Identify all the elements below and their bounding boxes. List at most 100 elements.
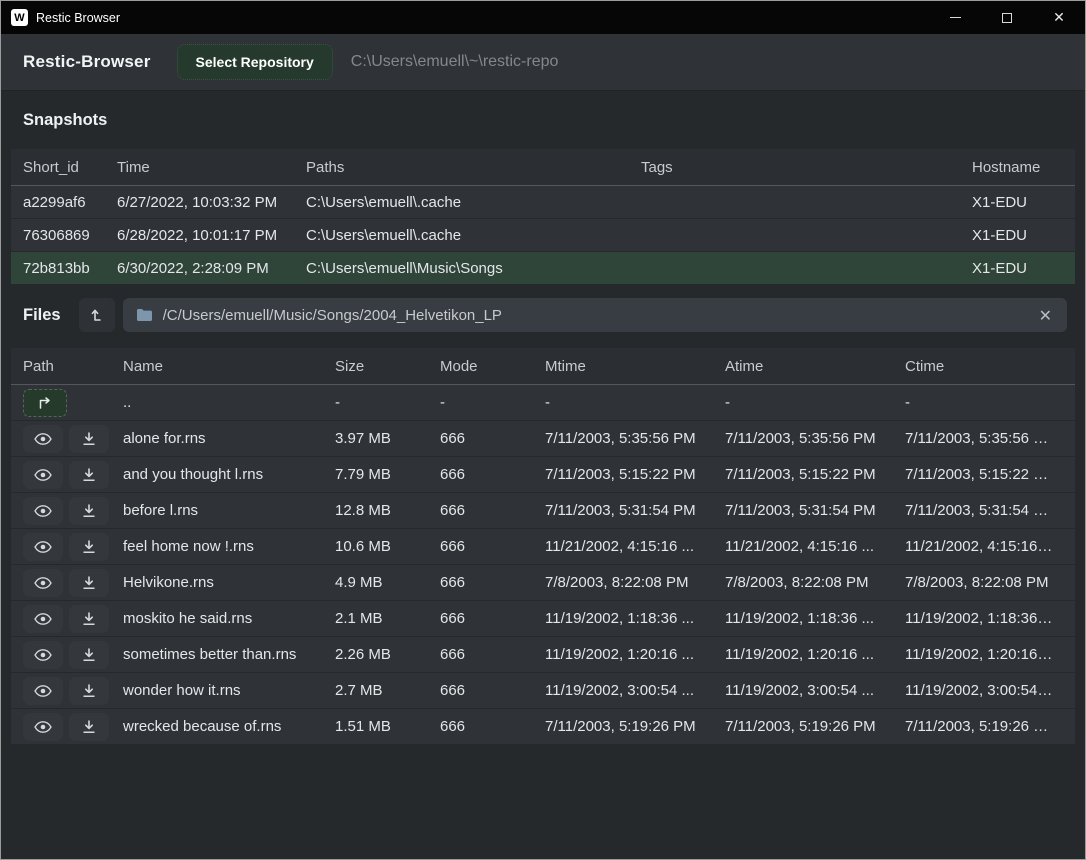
eye-icon — [34, 721, 52, 733]
file-mtime: 7/8/2003, 8:22:08 PM — [545, 574, 725, 591]
file-size: 2.7 MB — [335, 682, 440, 699]
file-name: moskito he said.rns — [123, 610, 335, 627]
level-up-icon — [89, 307, 105, 323]
preview-button[interactable] — [23, 425, 63, 453]
download-button[interactable] — [69, 533, 109, 561]
snapshots-heading: Snapshots — [23, 111, 1085, 130]
current-path-input[interactable]: /C/Users/emuell/Music/Songs/2004_Helveti… — [123, 298, 1067, 332]
column-header-mtime: Mtime — [545, 358, 725, 375]
download-icon — [82, 612, 96, 626]
file-row[interactable]: before l.rns 12.8 MB 666 7/11/2003, 5:31… — [11, 493, 1075, 528]
snapshot-row[interactable]: a2299af6 6/27/2022, 10:03:32 PM C:\Users… — [11, 186, 1075, 218]
file-name: before l.rns — [123, 502, 335, 519]
file-size: 10.6 MB — [335, 538, 440, 555]
column-header-paths: Paths — [306, 159, 641, 176]
snapshot-hostname: X1-EDU — [972, 194, 1063, 211]
clear-path-button[interactable]: ✕ — [1037, 306, 1054, 325]
download-icon — [82, 468, 96, 482]
file-mtime: 11/21/2002, 4:15:16 ... — [545, 538, 725, 555]
download-button[interactable] — [69, 677, 109, 705]
file-mode: - — [440, 394, 545, 411]
file-size: 2.26 MB — [335, 646, 440, 663]
eye-icon — [34, 541, 52, 553]
minimize-button[interactable] — [929, 1, 981, 34]
close-button[interactable]: ✕ — [1033, 1, 1085, 34]
download-icon — [82, 432, 96, 446]
file-row[interactable]: sometimes better than.rns 2.26 MB 666 11… — [11, 637, 1075, 672]
file-row[interactable]: alone for.rns 3.97 MB 666 7/11/2003, 5:3… — [11, 421, 1075, 456]
preview-button[interactable] — [23, 533, 63, 561]
file-name: and you thought l.rns — [123, 466, 335, 483]
file-size: 7.79 MB — [335, 466, 440, 483]
file-name: feel home now !.rns — [123, 538, 335, 555]
eye-icon — [34, 577, 52, 589]
go-parent-button[interactable] — [23, 389, 67, 417]
file-atime: 7/8/2003, 8:22:08 PM — [725, 574, 905, 591]
preview-button[interactable] — [23, 713, 63, 741]
file-row[interactable]: and you thought l.rns 7.79 MB 666 7/11/2… — [11, 457, 1075, 492]
download-icon — [82, 720, 96, 734]
file-mtime: 7/11/2003, 5:19:26 PM — [545, 718, 725, 735]
snapshot-hostname: X1-EDU — [972, 227, 1063, 244]
file-mode: 666 — [440, 466, 545, 483]
download-button[interactable] — [69, 425, 109, 453]
column-header-short-id: Short_id — [23, 159, 117, 176]
preview-button[interactable] — [23, 569, 63, 597]
download-button[interactable] — [69, 713, 109, 741]
file-mode: 666 — [440, 610, 545, 627]
file-mtime: - — [545, 394, 725, 411]
select-repository-button[interactable]: Select Repository — [177, 44, 333, 80]
file-ctime: 7/11/2003, 5:31:54 PM — [905, 502, 1063, 519]
file-atime: - — [725, 394, 905, 411]
snapshot-paths: C:\Users\emuell\.cache — [306, 194, 641, 211]
file-size: 3.97 MB — [335, 430, 440, 447]
download-icon — [82, 540, 96, 554]
file-mtime: 7/11/2003, 5:15:22 PM — [545, 466, 725, 483]
parent-arrow-icon — [37, 396, 53, 410]
close-icon: ✕ — [1053, 10, 1065, 26]
preview-button[interactable] — [23, 605, 63, 633]
file-name: alone for.rns — [123, 430, 335, 447]
file-row[interactable]: feel home now !.rns 10.6 MB 666 11/21/20… — [11, 529, 1075, 564]
preview-button[interactable] — [23, 641, 63, 669]
file-atime: 11/19/2002, 1:18:36 ... — [725, 610, 905, 627]
file-name: wrecked because of.rns — [123, 718, 335, 735]
file-mode: 666 — [440, 718, 545, 735]
window-title: Restic Browser — [36, 11, 120, 25]
file-row[interactable]: Helvikone.rns 4.9 MB 666 7/8/2003, 8:22:… — [11, 565, 1075, 600]
go-root-button[interactable] — [79, 298, 115, 332]
download-button[interactable] — [69, 605, 109, 633]
header: Restic-Browser Select Repository C:\User… — [1, 34, 1085, 91]
snapshot-row-selected[interactable]: 72b813bb 6/30/2022, 2:28:09 PM C:\Users\… — [11, 252, 1075, 284]
download-button[interactable] — [69, 569, 109, 597]
download-icon — [82, 576, 96, 590]
file-mtime: 11/19/2002, 1:20:16 ... — [545, 646, 725, 663]
preview-button[interactable] — [23, 497, 63, 525]
download-button[interactable] — [69, 497, 109, 525]
window-controls: ✕ — [929, 1, 1085, 34]
preview-button[interactable] — [23, 677, 63, 705]
column-header-ctime: Ctime — [905, 358, 1063, 375]
file-atime: 7/11/2003, 5:15:22 PM — [725, 466, 905, 483]
file-row[interactable]: wonder how it.rns 2.7 MB 666 11/19/2002,… — [11, 673, 1075, 708]
download-button[interactable] — [69, 641, 109, 669]
file-row[interactable]: wrecked because of.rns 1.51 MB 666 7/11/… — [11, 709, 1075, 744]
file-ctime: 11/19/2002, 1:18:36 ... — [905, 610, 1063, 627]
preview-button[interactable] — [23, 461, 63, 489]
file-mtime: 11/19/2002, 1:18:36 ... — [545, 610, 725, 627]
parent-directory-row[interactable]: .. - - - - - — [11, 385, 1075, 420]
snapshot-paths: C:\Users\emuell\.cache — [306, 227, 641, 244]
download-button[interactable] — [69, 461, 109, 489]
snapshot-row[interactable]: 76306869 6/28/2022, 10:01:17 PM C:\Users… — [11, 219, 1075, 251]
column-header-atime: Atime — [725, 358, 905, 375]
column-header-time: Time — [117, 159, 306, 176]
file-row[interactable]: moskito he said.rns 2.1 MB 666 11/19/200… — [11, 601, 1075, 636]
eye-icon — [34, 433, 52, 445]
eye-icon — [34, 613, 52, 625]
maximize-button[interactable] — [981, 1, 1033, 34]
snapshot-paths: C:\Users\emuell\Music\Songs — [306, 260, 641, 277]
file-mode: 666 — [440, 646, 545, 663]
file-size: 12.8 MB — [335, 502, 440, 519]
download-icon — [82, 684, 96, 698]
file-mode: 666 — [440, 574, 545, 591]
